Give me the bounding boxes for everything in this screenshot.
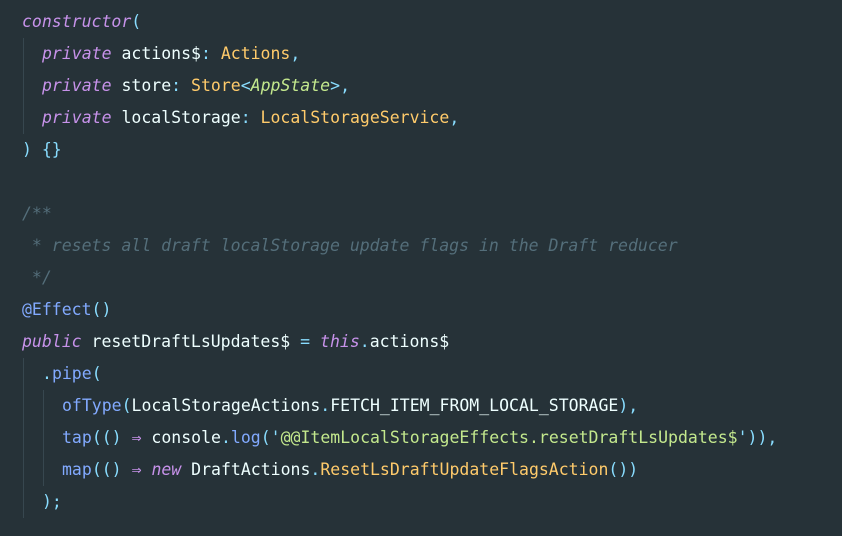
code-line[interactable]: constructor( <box>22 6 777 38</box>
code-token: . <box>42 364 52 383</box>
code-token: actions$ <box>111 44 201 63</box>
code-token: */ <box>22 268 52 287</box>
code-line[interactable]: ofType(LocalStorageActions.FETCH_ITEM_FR… <box>22 390 777 422</box>
code-token: ⇒ <box>131 428 142 447</box>
code-token: ofType <box>62 396 122 415</box>
code-token: localStorage <box>111 108 241 127</box>
code-token: < <box>240 76 251 95</box>
indent-guide <box>23 358 24 390</box>
code-token: ), <box>618 396 639 415</box>
code-token: , <box>290 44 301 63</box>
code-token: ()) <box>608 460 639 479</box>
code-token: actions$ <box>369 332 450 351</box>
code-token: /** <box>22 204 52 223</box>
code-line[interactable]: ) {} <box>22 134 777 166</box>
code-editor[interactable]: constructor(private actions$: Actions, pr… <box>0 0 842 536</box>
code-token: log <box>230 428 261 447</box>
code-token: : <box>200 44 211 63</box>
code-token: . <box>220 428 231 447</box>
indent-guide <box>23 38 24 70</box>
code-token: @@ItemLocalStorageEffects.resetDraftLsUp… <box>280 428 738 447</box>
code-token: . <box>320 396 331 415</box>
code-token: , <box>449 108 460 127</box>
code-line[interactable]: public resetDraftLsUpdates$ = this.actio… <box>22 326 777 358</box>
code-line[interactable] <box>22 166 777 198</box>
code-token: ( <box>91 364 102 383</box>
code-token: LocalStorageActions <box>131 396 321 415</box>
code-token: private <box>42 76 112 95</box>
code-token: resetDraftLsUpdates$ <box>81 332 301 351</box>
code-token: . <box>310 460 321 479</box>
code-line[interactable]: map(() ⇒ new DraftActions.ResetLsDraftUp… <box>22 454 777 486</box>
code-line[interactable]: @Effect() <box>22 294 777 326</box>
code-token: (() <box>91 428 132 447</box>
code-token: ); <box>42 492 62 511</box>
code-token: @Effect <box>22 300 92 319</box>
code-token: ( <box>131 12 142 31</box>
code-token: () <box>91 300 112 319</box>
code-token: = <box>300 332 311 351</box>
code-token: ( <box>121 396 132 415</box>
indent-guide <box>23 390 24 422</box>
code-token: Store <box>181 76 241 95</box>
code-line[interactable]: tap(() ⇒ console.log('@@ItemLocalStorage… <box>22 422 777 454</box>
code-token: store <box>111 76 172 95</box>
code-token: ⇒ <box>131 460 142 479</box>
code-token: pipe <box>51 364 92 383</box>
indent-guide <box>23 422 24 454</box>
code-token: console <box>141 428 221 447</box>
code-token: Actions <box>210 44 291 63</box>
code-token: ) {} <box>22 140 62 159</box>
code-line[interactable]: .pipe( <box>22 358 777 390</box>
indent-guide <box>43 422 44 454</box>
code-token: map <box>62 460 92 479</box>
code-token: this <box>320 332 360 351</box>
code-token: > <box>330 76 341 95</box>
code-line[interactable]: private actions$: Actions, <box>22 38 777 70</box>
code-token: new <box>151 460 182 479</box>
code-token: . <box>359 332 370 351</box>
code-token: (' <box>260 428 281 447</box>
code-line[interactable]: /** <box>22 198 777 230</box>
code-token: : <box>171 76 182 95</box>
indent-guide <box>23 486 24 518</box>
indent-guide <box>23 70 24 102</box>
code-token: ')), <box>737 428 778 447</box>
code-token: : <box>240 108 251 127</box>
code-token: * resets all draft localStorage update f… <box>22 236 678 255</box>
code-token: private <box>42 44 112 63</box>
code-token: private <box>42 108 112 127</box>
code-token: LocalStorageService <box>250 108 450 127</box>
code-block[interactable]: constructor(private actions$: Actions, pr… <box>22 6 777 518</box>
code-token: constructor <box>22 12 132 31</box>
indent-guide <box>23 102 24 134</box>
code-token: ResetLsDraftUpdateFlagsAction <box>320 460 609 479</box>
code-token: (() <box>91 460 132 479</box>
code-line[interactable]: private store: Store<AppState>, <box>22 70 777 102</box>
code-token: tap <box>62 428 92 447</box>
code-token: AppState <box>250 76 331 95</box>
code-token: , <box>340 76 350 95</box>
code-line[interactable]: private localStorage: LocalStorageServic… <box>22 102 777 134</box>
indent-guide <box>43 390 44 422</box>
code-token: public <box>22 332 82 351</box>
code-token: FETCH_ITEM_FROM_LOCAL_STORAGE <box>330 396 619 415</box>
indent-guide <box>43 454 44 486</box>
indent-guide <box>23 454 24 486</box>
code-line[interactable]: ); <box>22 486 777 518</box>
code-token: DraftActions <box>181 460 311 479</box>
code-line[interactable]: */ <box>22 262 777 294</box>
code-line[interactable]: * resets all draft localStorage update f… <box>22 230 777 262</box>
